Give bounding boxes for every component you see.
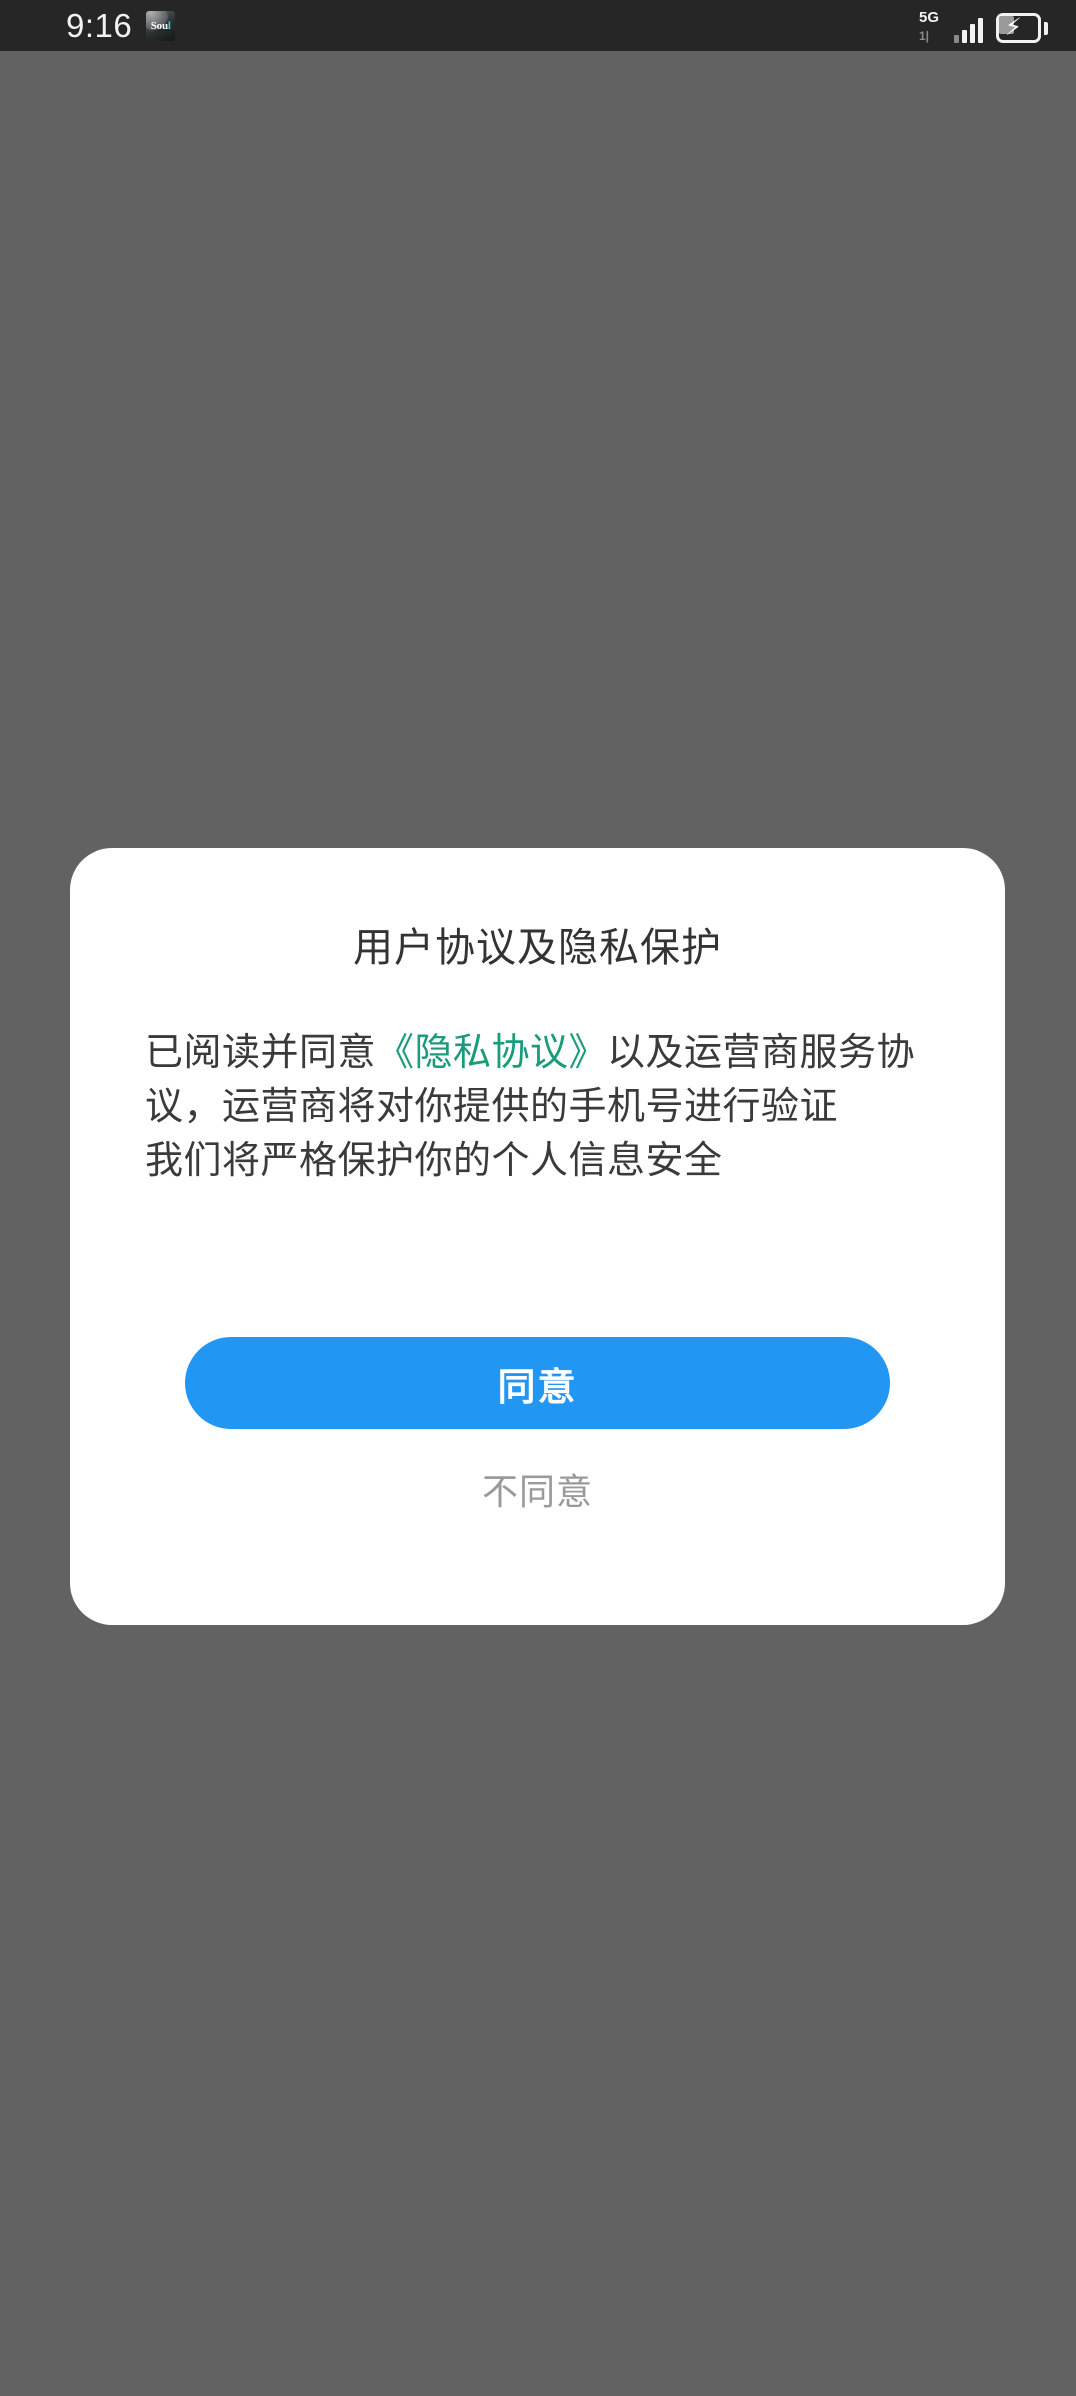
status-bar-left: 9:16 Soul xyxy=(66,7,176,44)
battery-charging-icon: ⚡ xyxy=(996,12,1048,43)
privacy-agreement-dialog: 用户协议及隐私保护 已阅读并同意《隐私协议》以及运营商服务协议，运营商将对你提供… xyxy=(70,848,1005,1625)
dialog-body-text: 已阅读并同意《隐私协议》以及运营商服务协议，运营商将对你提供的手机号进行验证 我… xyxy=(145,1026,945,1188)
status-bar: 9:16 Soul 5G 1| ⚡ xyxy=(0,0,1076,51)
network-type-indicator: 5G 1| xyxy=(919,9,945,43)
network-type-label: 5G xyxy=(919,8,940,26)
disagree-button[interactable]: 不同意 xyxy=(70,1463,1005,1515)
privacy-policy-link[interactable]: 《隐私协议》 xyxy=(376,1032,607,1074)
dialog-title: 用户协议及隐私保护 xyxy=(353,926,722,970)
dialog-body-prefix: 已阅读并同意 xyxy=(145,1032,377,1074)
dialog-body-second-paragraph: 我们将严格保护你的个人信息安全 xyxy=(145,1140,723,1182)
status-bar-right: 5G 1| ⚡ xyxy=(919,9,1048,43)
status-bar-clock: 9:16 xyxy=(66,7,133,44)
soul-app-icon-label: Soul xyxy=(150,19,171,32)
network-secondary-label: 1| xyxy=(919,28,930,43)
agree-button[interactable]: 同意 xyxy=(185,1337,890,1429)
signal-strength-icon xyxy=(954,15,983,43)
soul-app-notification-icon[interactable]: Soul xyxy=(146,10,176,41)
